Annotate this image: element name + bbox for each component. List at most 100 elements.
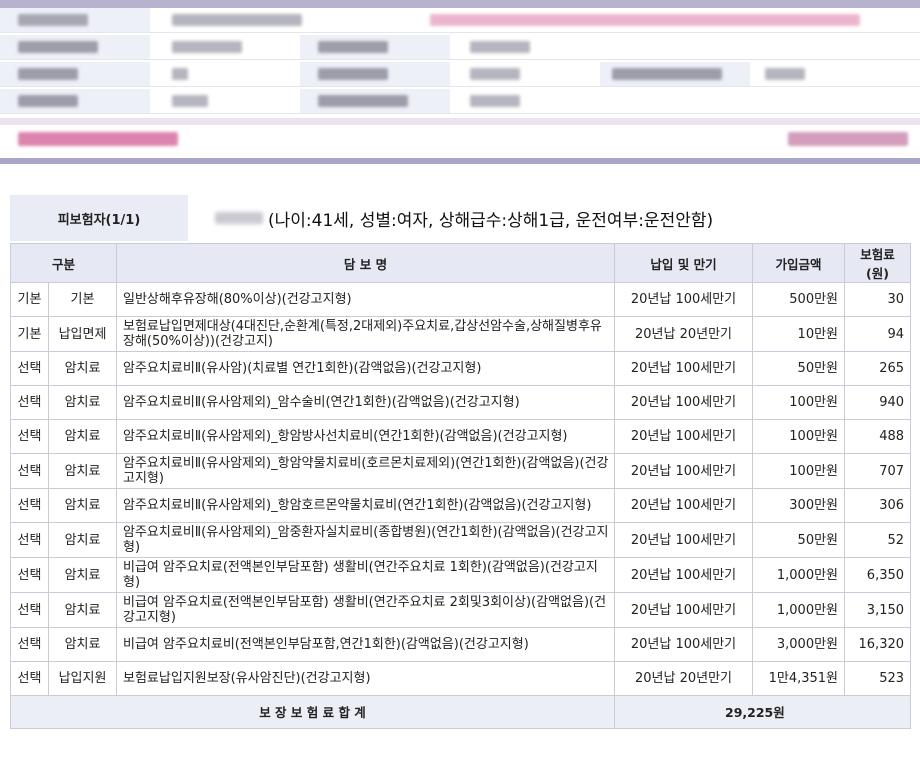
insured-banner: 피보험자(1/1) (나이:41세, 성별:여자, 상해급수:상해1급, 운전여… (10, 195, 910, 241)
masked-row (0, 8, 920, 33)
row-premium: 3,150 (844, 592, 912, 628)
row-premium: 523 (844, 661, 912, 696)
row-term: 20년납 20년만기 (614, 661, 754, 696)
row-type: 선택 (10, 419, 49, 454)
row-amount: 1,000만원 (752, 592, 846, 628)
row-premium: 30 (844, 282, 912, 317)
masked-insured-name (215, 212, 263, 224)
row-type: 기본 (10, 282, 49, 317)
row-type: 선택 (10, 522, 49, 558)
row-term: 20년납 100세만기 (614, 351, 754, 386)
row-amount: 100만원 (752, 453, 846, 489)
row-term: 20년납 100세만기 (614, 419, 754, 454)
row-subtype: 납입면제 (47, 316, 118, 352)
row-amount: 100만원 (752, 419, 846, 454)
row-subtype: 암치료 (47, 488, 118, 523)
row-type: 선택 (10, 627, 49, 662)
row-coverage-name: 비급여 암주요치료비(전액본인부담포함,연간1회한)(감액없음)(건강고지형) (116, 627, 616, 662)
row-premium: 306 (844, 488, 912, 523)
row-subtype: 암치료 (47, 351, 118, 386)
table-row: 선택 암치료 비급여 암주요치료(전액본인부담포함) 생활비(연간주요치료 1회한)… (10, 557, 912, 593)
insured-label: 피보험자(1/1) (10, 195, 188, 241)
table-row: 기본 기본 일반상해후유장해(80%이상)(건강고지형) 20년납 100세만기 500… (10, 282, 912, 317)
header-amount: 가입금액 (752, 243, 846, 283)
table-row: 선택 암치료 암주요치료비Ⅱ(유사암)(치료별 연간1회한)(감액없음)(건강고지형… (10, 351, 912, 386)
row-coverage-name: 암주요치료비Ⅱ(유사암제외)_항암호르몬약물치료비(연간1회한)(감액없음)(건… (116, 488, 616, 523)
table-row: 선택 암치료 암주요치료비Ⅱ(유사암제외)_암수술비(연간1회한)(감액없음)(건강… (10, 385, 912, 420)
insured-info: (나이:41세, 성별:여자, 상해급수:상해1급, 운전여부:운전안함) (268, 211, 714, 231)
row-amount: 500만원 (752, 282, 846, 317)
total-label: 보 장 보 험 료 합 계 (9, 695, 616, 729)
row-type: 선택 (10, 351, 49, 386)
row-coverage-name: 암주요치료비Ⅱ(유사암제외)_암중환자실치료비(종합병원)(연간1회한)(감액없… (116, 522, 616, 558)
row-term: 20년납 100세만기 (614, 522, 754, 558)
row-type: 선택 (10, 488, 49, 523)
row-coverage-name: 암주요치료비Ⅱ(유사암제외)_암수술비(연간1회한)(감액없음)(건강고지형) (116, 385, 616, 420)
row-type: 선택 (10, 557, 49, 593)
row-amount: 10만원 (752, 316, 846, 352)
row-amount: 100만원 (752, 385, 846, 420)
table-row: 선택 암치료 암주요치료비Ⅱ(유사암제외)_항암호르몬약물치료비(연간1회한)(감액… (10, 488, 912, 523)
masked-row (0, 89, 920, 114)
row-subtype: 암치료 (47, 419, 118, 454)
row-term: 20년납 100세만기 (614, 488, 754, 523)
table-row: 선택 암치료 암주요치료비Ⅱ(유사암제외)_암중환자실치료비(종합병원)(연간1회한… (10, 522, 912, 558)
row-type: 선택 (10, 592, 49, 628)
row-amount: 1,000만원 (752, 557, 846, 593)
row-term: 20년납 100세만기 (614, 557, 754, 593)
row-premium: 16,320 (844, 627, 912, 662)
row-type: 기본 (10, 316, 49, 352)
row-term: 20년납 100세만기 (614, 627, 754, 662)
masked-title (788, 132, 908, 146)
table-header-row: 구분 담 보 명 납입 및 만기 가입금액 보험료(원) (9, 243, 912, 283)
row-subtype: 납입지원 (47, 661, 118, 696)
masked-title (18, 132, 178, 146)
row-subtype: 암치료 (47, 592, 118, 628)
table-row: 기본 납입면제 보험료납입면제대상(4대진단,순환계(특정,2대제외)주요치료,갑상… (10, 316, 912, 352)
row-premium: 6,350 (844, 557, 912, 593)
row-term: 20년납 100세만기 (614, 453, 754, 489)
header-term: 납입 및 만기 (614, 243, 754, 283)
row-amount: 3,000만원 (752, 627, 846, 662)
header-coverage: 담 보 명 (116, 243, 616, 283)
row-premium: 94 (844, 316, 912, 352)
row-type: 선택 (10, 453, 49, 489)
row-term: 20년납 100세만기 (614, 592, 754, 628)
masked-header (0, 8, 920, 164)
table-row: 선택 암치료 비급여 암주요치료(전액본인부담포함) 생활비(연간주요치료 2회및3… (10, 592, 912, 628)
row-term: 20년납 20년만기 (614, 316, 754, 352)
row-coverage-name: 보험료납입지원보장(유사암진단)(건강고지형) (116, 661, 616, 696)
row-coverage-name: 비급여 암주요치료(전액본인부담포함) 생활비(연간주요치료 2회및3회이상)(… (116, 592, 616, 628)
row-premium: 265 (844, 351, 912, 386)
row-subtype: 암치료 (47, 385, 118, 420)
header-top-bar (0, 0, 920, 8)
row-coverage-name: 암주요치료비Ⅱ(유사암)(치료별 연간1회한)(감액없음)(건강고지형) (116, 351, 616, 386)
table-row: 선택 암치료 암주요치료비Ⅱ(유사암제외)_항암방사선치료비(연간1회한)(감액없음… (10, 419, 912, 454)
table-row: 선택 암치료 암주요치료비Ⅱ(유사암제외)_항암약물치료비(호르몬치료제외)(연간1… (10, 453, 912, 489)
row-term: 20년납 100세만기 (614, 282, 754, 317)
table-row: 선택 암치료 비급여 암주요치료비(전액본인부담포함,연간1회한)(감액없음)(건강… (10, 627, 912, 662)
row-coverage-name: 보험료납입면제대상(4대진단,순환계(특정,2대제외)주요치료,갑상선암수술,상… (116, 316, 616, 352)
row-subtype: 암치료 (47, 453, 118, 489)
row-premium: 488 (844, 419, 912, 454)
row-amount: 300만원 (752, 488, 846, 523)
row-premium: 52 (844, 522, 912, 558)
row-amount: 1만4,351원 (752, 661, 846, 696)
row-coverage-name: 비급여 암주요치료(전액본인부담포함) 생활비(연간주요치료 1회한)(감액없음… (116, 557, 616, 593)
row-premium: 940 (844, 385, 912, 420)
row-subtype: 암치료 (47, 557, 118, 593)
masked-row (0, 35, 920, 60)
coverage-table: 구분 담 보 명 납입 및 만기 가입금액 보험료(원) 기본 기본 일반상해후유장… (9, 243, 912, 729)
row-subtype: 암치료 (47, 627, 118, 662)
row-subtype: 암치료 (47, 522, 118, 558)
row-subtype: 기본 (47, 282, 118, 317)
row-amount: 50만원 (752, 522, 846, 558)
row-type: 선택 (10, 661, 49, 696)
total-value: 29,225원 (614, 695, 912, 729)
row-term: 20년납 100세만기 (614, 385, 754, 420)
masked-row (0, 62, 920, 87)
total-row: 보 장 보 험 료 합 계 29,225원 (9, 695, 912, 729)
row-coverage-name: 암주요치료비Ⅱ(유사암제외)_항암방사선치료비(연간1회한)(감액없음)(건강고… (116, 419, 616, 454)
header-category: 구분 (9, 243, 118, 283)
table-row: 선택 납입지원 보험료납입지원보장(유사암진단)(건강고지형) 20년납 20년만기 1… (10, 661, 912, 696)
